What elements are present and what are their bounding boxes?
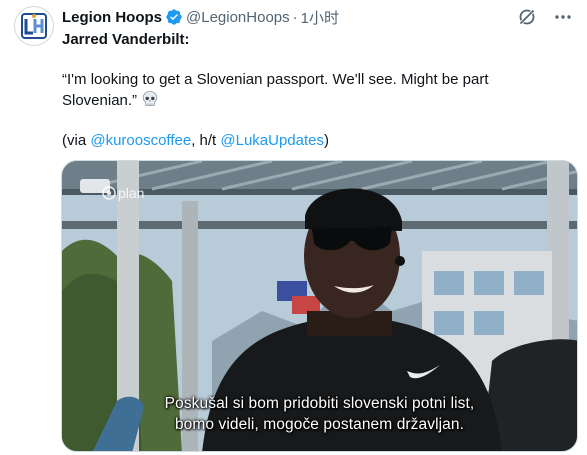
author-avatar[interactable]	[14, 6, 54, 46]
grok-button[interactable]	[517, 7, 537, 27]
post-time[interactable]: 1小时	[301, 7, 339, 28]
more-icon	[555, 15, 571, 19]
author-handle[interactable]: @LegionHoops	[186, 9, 290, 26]
skull-emoji-icon	[142, 91, 158, 106]
via-suffix: )	[324, 132, 329, 149]
channel-logo-icon	[102, 186, 116, 200]
verified-badge-icon	[166, 9, 182, 25]
more-button[interactable]	[553, 7, 573, 27]
mention-link-kurooscoffee[interactable]: @kurooscoffee	[90, 132, 191, 149]
post-text: Jarred Vanderbilt: “I'm looking to get a…	[62, 30, 562, 151]
via-prefix: (via	[62, 132, 91, 149]
subtitle-line-1: Poskušal si bom pridobiti slovenski potn…	[164, 395, 475, 412]
video-watermark: plan	[102, 185, 144, 201]
legion-hoops-logo-icon	[21, 13, 47, 39]
separator-dot: ·	[292, 8, 298, 26]
grok-icon	[519, 9, 535, 25]
header-actions	[517, 7, 573, 27]
subtitle-line-2: bomo videli, mogoče postanem državljan.	[174, 416, 465, 433]
author-name[interactable]: Legion Hoops	[62, 9, 162, 26]
post-quote-text: “I'm looking to get a Slovenian passport…	[62, 71, 489, 109]
post-line-speaker: Jarred Vanderbilt:	[62, 31, 190, 48]
mention-link-lukaupdates[interactable]: @LukaUpdates	[220, 132, 324, 149]
video-player[interactable]: plan Poskušal si bom pridobiti slovenski…	[61, 160, 578, 452]
post-credits: (via @kurooscoffee, h/t @LukaUpdates)	[62, 131, 562, 151]
via-middle: , h/t	[191, 132, 221, 149]
post-quote: “I'm looking to get a Slovenian passport…	[62, 70, 562, 111]
watermark-text: plan	[118, 185, 145, 201]
post-header: Legion Hoops @LegionHoops · 1小时	[62, 7, 577, 27]
video-subtitle: Poskušal si bom pridobiti slovenski potn…	[62, 393, 577, 435]
